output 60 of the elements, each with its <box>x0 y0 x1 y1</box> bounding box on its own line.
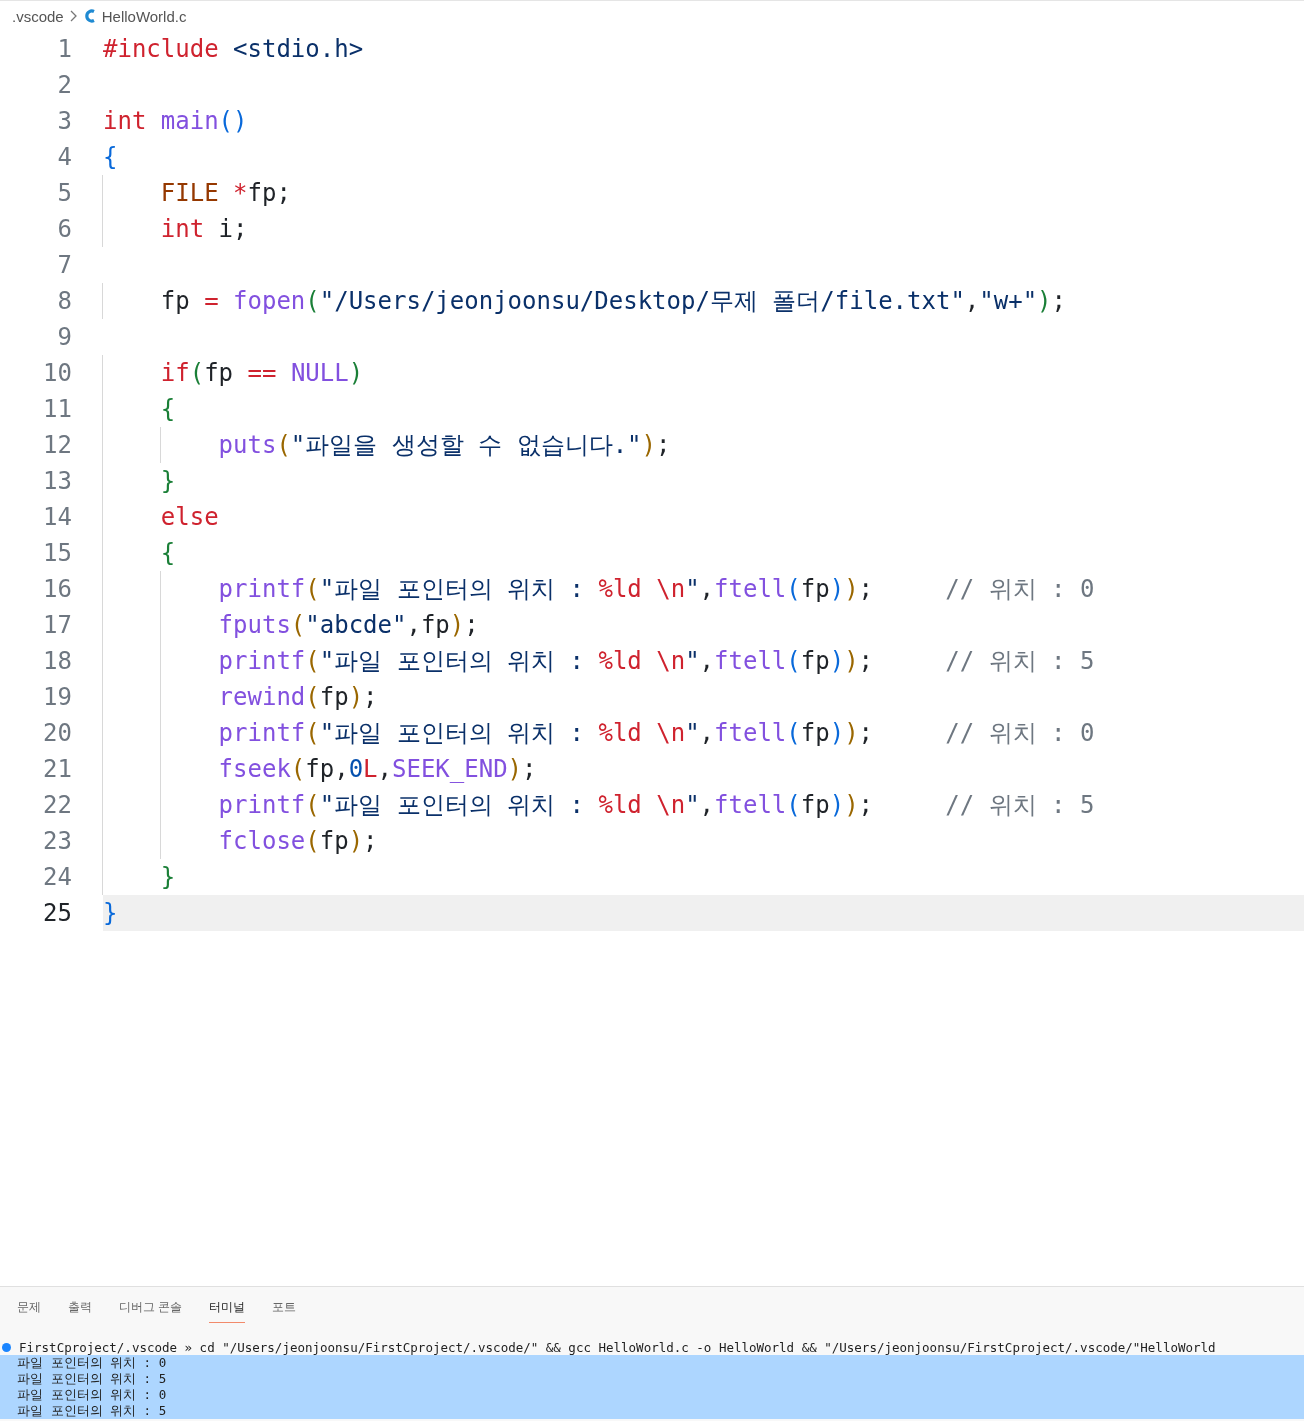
line-number: 18 <box>42 647 72 675</box>
code-line: #include <stdio.h> <box>103 34 364 65</box>
line-number: 9 <box>56 323 72 351</box>
code-line: rewind(fp); <box>103 679 378 715</box>
line-number: 1 <box>56 35 72 63</box>
panel-tab[interactable]: 포트 <box>272 1291 297 1323</box>
terminal-output-line: 파일 포인터의 위치 : 5 <box>17 1403 167 1418</box>
line-number: 14 <box>42 503 72 531</box>
code-line: printf("파일 포인터의 위치 : %ld \n",ftell(fp)); // 위치 : 5 <box>103 643 1095 679</box>
code-line: printf("파일 포인터의 위치 : %ld \n",ftell(fp)); // 위치 : 5 <box>103 787 1095 823</box>
line-number: 19 <box>42 683 72 711</box>
terminal-output-line: 파일 포인터의 위치 : 0 <box>17 1355 167 1370</box>
code-line: if(fp == NULL) <box>103 355 364 391</box>
status-dot-icon <box>2 1342 11 1352</box>
line-number: 7 <box>56 251 72 279</box>
line-number: 8 <box>56 287 72 315</box>
panel-tab[interactable]: 출력 <box>68 1291 92 1323</box>
code-line: } <box>103 898 118 929</box>
line-number: 15 <box>42 539 72 567</box>
line-number: 16 <box>42 575 72 603</box>
line-number: 2 <box>56 71 72 99</box>
code-line: { <box>103 391 176 427</box>
code-line: puts("파일을 생성할 수 없습니다."); <box>103 427 671 463</box>
line-number: 4 <box>56 143 72 171</box>
line-number: 23 <box>42 827 72 855</box>
panel-tab[interactable]: 문제 <box>17 1291 41 1323</box>
code-line: fputs("abcde",fp); <box>103 607 479 643</box>
code-line: } <box>103 463 176 499</box>
line-number: 11 <box>42 395 72 423</box>
line-number: 24 <box>42 863 72 891</box>
breadcrumb-folder[interactable]: .vscode <box>12 7 64 25</box>
line-number: 17 <box>42 611 72 639</box>
code-line: FILE *fp; <box>103 175 291 211</box>
breadcrumb-file[interactable]: HelloWorld.c <box>101 7 187 25</box>
line-number: 21 <box>42 755 72 783</box>
line-number: 3 <box>56 107 72 135</box>
terminal-output-line: 파일 포인터의 위치 : 0 <box>17 1387 167 1402</box>
line-number: 12 <box>42 431 72 459</box>
code-line: { <box>103 535 176 571</box>
c-file-icon <box>83 8 96 24</box>
code-line: printf("파일 포인터의 위치 : %ld \n",ftell(fp)); // 위치 : 0 <box>103 715 1095 751</box>
panel-tab[interactable]: 디버그 콘솔 <box>119 1291 183 1323</box>
line-number: 6 <box>56 215 72 243</box>
code-line: printf("파일 포인터의 위치 : %ld \n",ftell(fp)); // 위치 : 0 <box>103 571 1095 607</box>
code-line: fseek(fp,0L,SEEK_END); <box>103 751 537 787</box>
code-line: int i; <box>103 211 248 247</box>
line-number: 10 <box>42 359 72 387</box>
terminal-command: FirstCproject/.vscode » cd "/Users/jeonjoonsu/FirstCproject/.vscode/" && gcc HelloWorld.c -o HelloWorld && "/Users/jeonjoonsu/FirstCproject/.vscode/"HelloWorld <box>19 1339 1216 1355</box>
code-line: fp = fopen("/Users/jeonjoonsu/Desktop/무제 폴더/file.txt","w+"); <box>103 283 1066 319</box>
code-line: { <box>103 142 118 173</box>
terminal-output-line: 파일 포인터의 위치 : 5 <box>17 1371 167 1386</box>
line-number: 20 <box>42 719 72 747</box>
code-line: fclose(fp); <box>103 823 378 859</box>
code-line: else <box>103 499 219 535</box>
line-number: 13 <box>42 467 72 495</box>
panel-tab[interactable]: 터미널 <box>209 1291 246 1323</box>
line-number: 22 <box>42 791 72 819</box>
code-line: int main() <box>103 106 248 137</box>
line-number: 5 <box>56 179 72 207</box>
chevron-icon <box>69 10 78 22</box>
